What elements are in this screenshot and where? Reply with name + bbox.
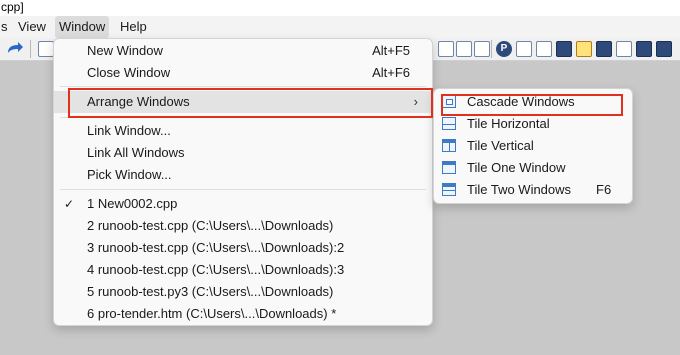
menu-open-window-1[interactable]: ✓ 1 New0002.cpp (54, 193, 432, 215)
toolbar-p-icon[interactable]: P (496, 41, 512, 57)
submenu-item-label: Cascade Windows (467, 94, 575, 109)
menu-separator (60, 117, 426, 118)
menu-item-label: 1 New0002.cpp (87, 196, 178, 211)
submenu-item-label: Tile One Window (467, 160, 566, 175)
menu-item-label: 5 runoob-test.py3 (C:\Users\...\Download… (87, 284, 334, 299)
title-text: cpp] (1, 0, 24, 14)
tile-horizontal-icon (442, 117, 456, 130)
menu-item-label: Arrange Windows (87, 94, 190, 109)
menu-separator (60, 86, 426, 87)
menu-item-label: 6 pro-tender.htm (C:\Users\...\Downloads… (87, 306, 337, 321)
redo-icon[interactable] (6, 40, 24, 56)
menu-open-window-4[interactable]: 4 runoob-test.cpp (C:\Users\...\Download… (54, 259, 432, 281)
toolbar-help-icon[interactable] (596, 41, 612, 57)
menu-close-window[interactable]: Close Window Alt+F6 (54, 62, 432, 84)
menu-item-shortcut: Alt+F6 (372, 65, 410, 80)
menu-pick-window[interactable]: Pick Window... (54, 164, 432, 186)
toolbar-folder-icon[interactable] (576, 41, 592, 57)
toolbar-home-icon[interactable] (636, 41, 652, 57)
menu-open-window-2[interactable]: 2 runoob-test.cpp (C:\Users\...\Download… (54, 215, 432, 237)
toolbar-list-icon[interactable] (456, 41, 472, 57)
menu-item-label: New Window (87, 43, 163, 58)
menu-item-label: Close Window (87, 65, 171, 80)
submenu-item-label: Tile Horizontal (467, 116, 550, 131)
menu-item-shortcut: Alt+F5 (372, 43, 410, 58)
menu-item-view[interactable]: View (14, 16, 50, 38)
arrange-windows-submenu: Cascade Windows Tile Horizontal Tile Ver… (433, 88, 633, 204)
menu-item-label: Link Window... (87, 123, 171, 138)
menu-open-window-6[interactable]: 6 pro-tender.htm (C:\Users\...\Downloads… (54, 303, 432, 325)
menu-open-window-3[interactable]: 3 runoob-test.cpp (C:\Users\...\Download… (54, 237, 432, 259)
menu-new-window[interactable]: New Window Alt+F5 (54, 40, 432, 62)
menu-item-label: Pick Window... (87, 167, 172, 182)
submenu-tile-vertical[interactable]: Tile Vertical (434, 135, 632, 157)
toolbar-bird-icon[interactable] (656, 41, 672, 57)
toolbar-tree-icon[interactable] (536, 41, 552, 57)
submenu-item-label: Tile Two Windows (467, 182, 572, 197)
menu-separator (60, 189, 426, 190)
submenu-tile-two-windows[interactable]: Tile Two Windows F6 (434, 179, 632, 201)
toolbar-separator (30, 40, 31, 58)
tile-one-window-icon (442, 161, 456, 174)
title-bar: cpp] (0, 0, 680, 16)
toolbar-grid-icon[interactable] (516, 41, 532, 57)
tile-vertical-icon (442, 139, 456, 152)
menu-item-label: Link All Windows (87, 145, 185, 160)
menu-item-help[interactable]: Help (116, 16, 151, 38)
menu-arrange-windows[interactable]: Arrange Windows › (54, 91, 432, 113)
tile-two-windows-icon (442, 183, 456, 196)
menu-item-partial[interactable]: s (0, 16, 12, 38)
toolbar-settings-icon[interactable] (616, 41, 632, 57)
cascade-windows-icon (442, 95, 456, 108)
menu-open-window-5[interactable]: 5 runoob-test.py3 (C:\Users\...\Download… (54, 281, 432, 303)
submenu-item-shortcut: F6 (596, 182, 612, 197)
menu-item-window[interactable]: Window (55, 16, 110, 38)
check-icon: ✓ (64, 197, 75, 211)
menu-link-all-windows[interactable]: Link All Windows (54, 142, 432, 164)
toolbar-separator (491, 40, 492, 58)
submenu-item-label: Tile Vertical (467, 138, 534, 153)
submenu-cascade-windows[interactable]: Cascade Windows (434, 91, 632, 113)
menu-link-window[interactable]: Link Window... (54, 120, 432, 142)
menu-bar: s View Window Help (0, 16, 680, 39)
toolbar-pages-icon[interactable] (474, 41, 490, 57)
window-menu: New Window Alt+F5 Close Window Alt+F6 Ar… (53, 38, 433, 326)
toolbar-tile-icon[interactable] (438, 41, 454, 57)
chevron-right-icon: › (413, 94, 418, 109)
toolbar-s-icon[interactable] (556, 41, 572, 57)
menu-item-label: 3 runoob-test.cpp (C:\Users\...\Download… (87, 240, 345, 255)
submenu-tile-one-window[interactable]: Tile One Window (434, 157, 632, 179)
menu-item-label: 2 runoob-test.cpp (C:\Users\...\Download… (87, 218, 334, 233)
toolbar-document-icon[interactable] (38, 41, 54, 57)
menu-item-label: 4 runoob-test.cpp (C:\Users\...\Download… (87, 262, 345, 277)
submenu-tile-horizontal[interactable]: Tile Horizontal (434, 113, 632, 135)
